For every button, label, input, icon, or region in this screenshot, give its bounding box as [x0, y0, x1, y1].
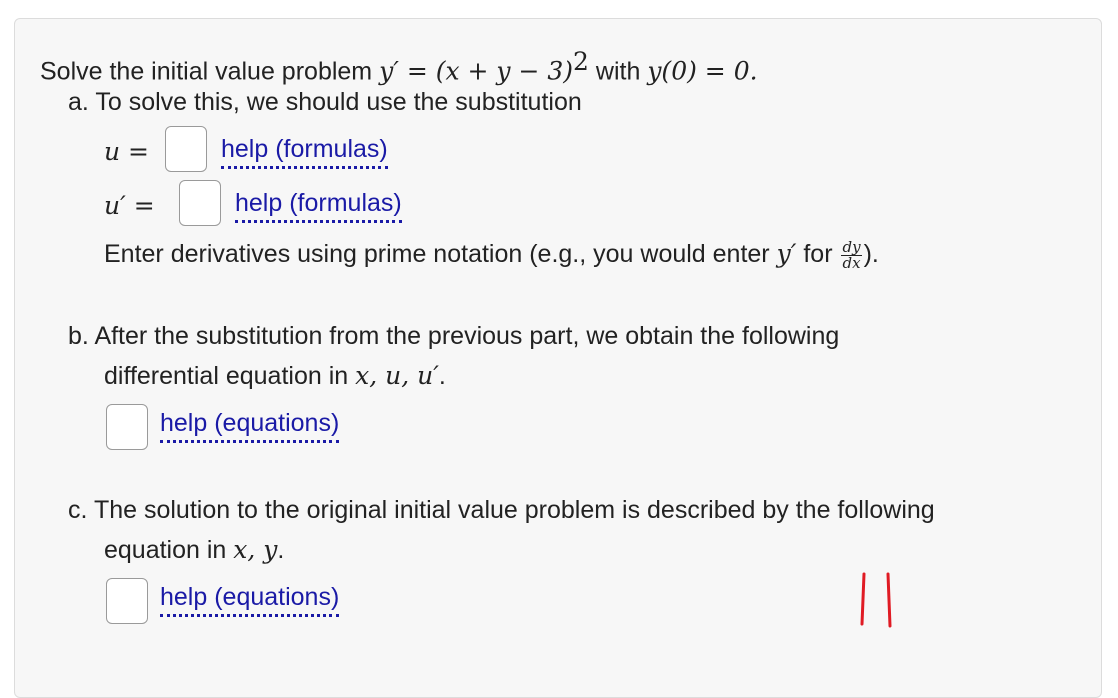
part-c-text: The solution to the original initial val…: [93, 496, 935, 524]
part-c-text-2: equation in: [104, 536, 234, 564]
note-for: for: [796, 240, 840, 268]
help-equations-link-b[interactable]: help (equations): [160, 408, 340, 443]
dy-dx-fraction: dy dx: [841, 239, 862, 272]
problem-statement: Solve the initial value problem y′ = (x …: [40, 46, 758, 87]
u-answer-box[interactable]: [165, 126, 207, 172]
part-b-label: b.: [68, 322, 89, 350]
part-b-vars: x, u, u′: [355, 361, 439, 390]
part-c-line2: equation in x, y.: [104, 534, 284, 566]
note-text: Enter derivatives using prime notation (…: [104, 240, 777, 268]
part-b-answer-box[interactable]: [106, 404, 148, 450]
help-equations-link-c[interactable]: help (equations): [160, 582, 340, 617]
u-label: u =: [104, 137, 149, 166]
part-a-label: a.: [68, 88, 89, 116]
part-a-text: To solve this, we should use the substit…: [95, 88, 582, 116]
part-c-period: .: [277, 536, 285, 564]
part-c-label: c.: [68, 496, 88, 524]
u-prime-answer-box[interactable]: [179, 180, 221, 226]
intro-text: Solve the initial value problem: [40, 57, 380, 86]
exponent: 2: [573, 47, 589, 76]
with-text: with: [588, 57, 648, 86]
part-b-line2: differential equation in x, u, u′.: [104, 360, 446, 392]
u-prime-label: u′ =: [104, 191, 155, 220]
help-formulas-link-u-prime[interactable]: help (formulas): [235, 188, 402, 223]
part-b-text-2: differential equation in: [104, 362, 356, 390]
part-c-heading: c. The solution to the original initial …: [68, 494, 935, 526]
part-b-text: After the substitution from the previous…: [94, 322, 840, 350]
initial-condition: y(0) = 0.: [647, 56, 758, 86]
note-end: ).: [863, 240, 879, 268]
part-c-vars: x, y: [233, 535, 278, 564]
ode-equation: y′ = (x + y − 3): [379, 56, 574, 86]
part-c-answer-box[interactable]: [106, 578, 148, 624]
red-mark-left: [860, 572, 866, 626]
part-b-heading: b. After the substitution from the previ…: [68, 320, 839, 352]
note-y-prime: y′: [776, 239, 797, 268]
fraction-denominator: dx: [842, 253, 861, 272]
prime-notation-note: Enter derivatives using prime notation (…: [104, 238, 879, 271]
part-b-period: .: [438, 362, 446, 390]
red-handwritten-marks: [860, 572, 892, 628]
help-formulas-link-u[interactable]: help (formulas): [221, 134, 388, 169]
red-mark-right: [886, 572, 892, 628]
part-a-heading: a. To solve this, we should use the subs…: [68, 86, 582, 118]
